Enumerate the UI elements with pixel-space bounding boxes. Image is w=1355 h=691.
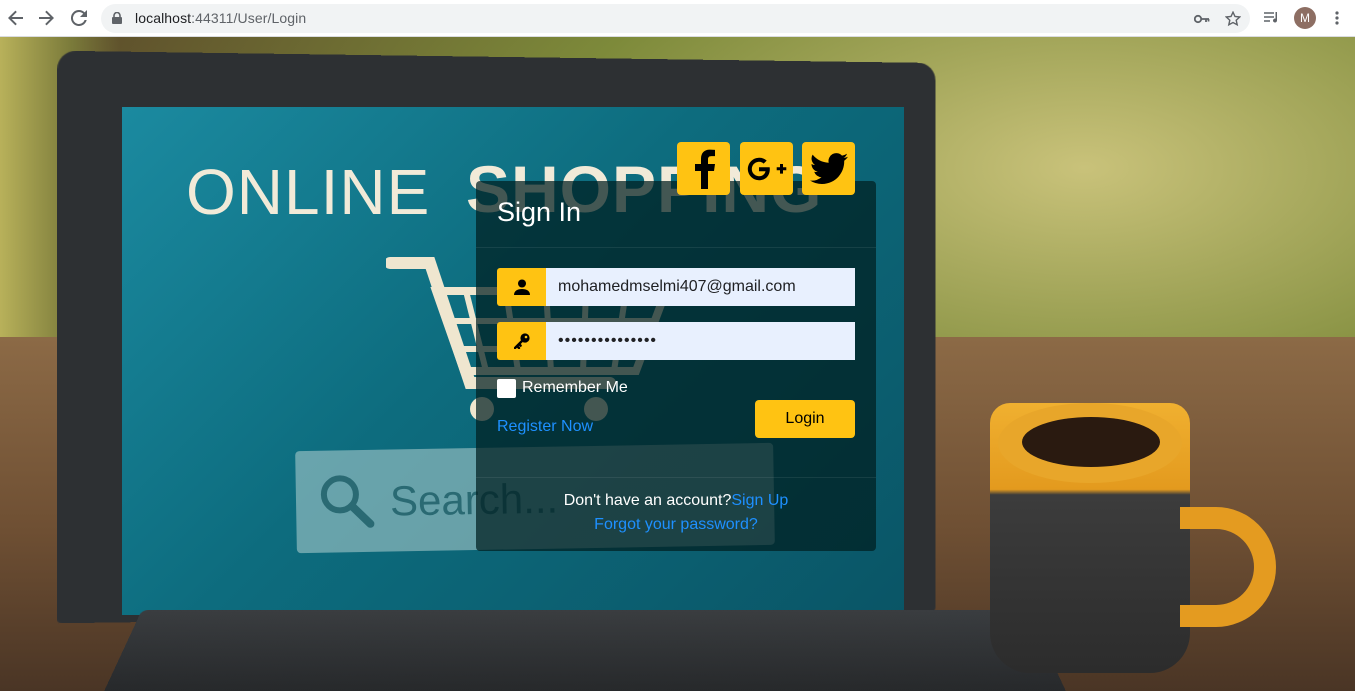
screen-text-online: ONLINE — [186, 156, 431, 228]
url-path: :44311/User/Login — [191, 10, 307, 26]
login-button[interactable]: Login — [755, 400, 855, 438]
url-host: localhost — [135, 10, 192, 26]
card-footer-divider — [476, 477, 876, 478]
key-icon — [513, 333, 530, 349]
profile-avatar[interactable]: M — [1294, 7, 1316, 29]
google-plus-login-button[interactable] — [740, 142, 793, 195]
forgot-password-link[interactable]: Forgot your password? — [594, 516, 758, 533]
lock-icon — [112, 12, 122, 24]
password-addon — [497, 322, 546, 360]
page-title: Sign In — [497, 197, 582, 227]
google-plus-icon — [747, 157, 786, 180]
arrow-right-icon — [39, 10, 54, 26]
facebook-icon — [694, 149, 715, 189]
forward-button[interactable] — [34, 6, 58, 30]
bookmark-star-button[interactable] — [1224, 10, 1242, 28]
twitter-icon — [809, 152, 848, 184]
signup-prompt: Don't have an account?Sign Up — [476, 492, 876, 510]
facebook-login-button[interactable] — [677, 142, 730, 195]
media-control-button[interactable] — [1263, 9, 1281, 27]
queue-music-icon — [1264, 12, 1278, 23]
key-icon — [1194, 14, 1210, 24]
card-header-divider — [476, 247, 876, 248]
url-text: localhost:44311/User/Login — [135, 10, 306, 26]
reload-button[interactable] — [67, 6, 91, 30]
password-key-button[interactable] — [1193, 10, 1211, 28]
no-account-text: Don't have an account? — [563, 492, 732, 509]
username-addon — [497, 268, 546, 306]
back-button[interactable] — [4, 6, 28, 30]
more-vert-icon — [1335, 11, 1339, 25]
coffee-surface — [1022, 417, 1160, 467]
remember-me-label: Remember Me — [522, 379, 628, 396]
password-input[interactable] — [546, 322, 855, 360]
twitter-login-button[interactable] — [802, 142, 855, 195]
remember-me-checkbox[interactable] — [497, 378, 516, 398]
forgot-password-row: Forgot your password? — [476, 516, 876, 534]
star-icon — [1225, 11, 1241, 27]
arrow-left-icon — [8, 10, 23, 26]
browser-toolbar: localhost:44311/User/Login M — [0, 0, 1355, 37]
reload-icon — [71, 10, 87, 26]
register-now-link[interactable]: Register Now — [497, 418, 593, 436]
browser-menu-button[interactable] — [1328, 9, 1346, 27]
email-input[interactable] — [546, 268, 855, 306]
user-icon — [513, 279, 530, 295]
sign-up-link[interactable]: Sign Up — [731, 492, 788, 509]
password-field-group — [497, 322, 855, 360]
remember-me-row: Remember Me — [497, 378, 628, 398]
laptop-keyboard — [95, 610, 1075, 691]
username-field-group — [497, 268, 855, 306]
search-icon — [320, 475, 375, 528]
address-bar[interactable]: localhost:44311/User/Login — [101, 4, 1250, 33]
